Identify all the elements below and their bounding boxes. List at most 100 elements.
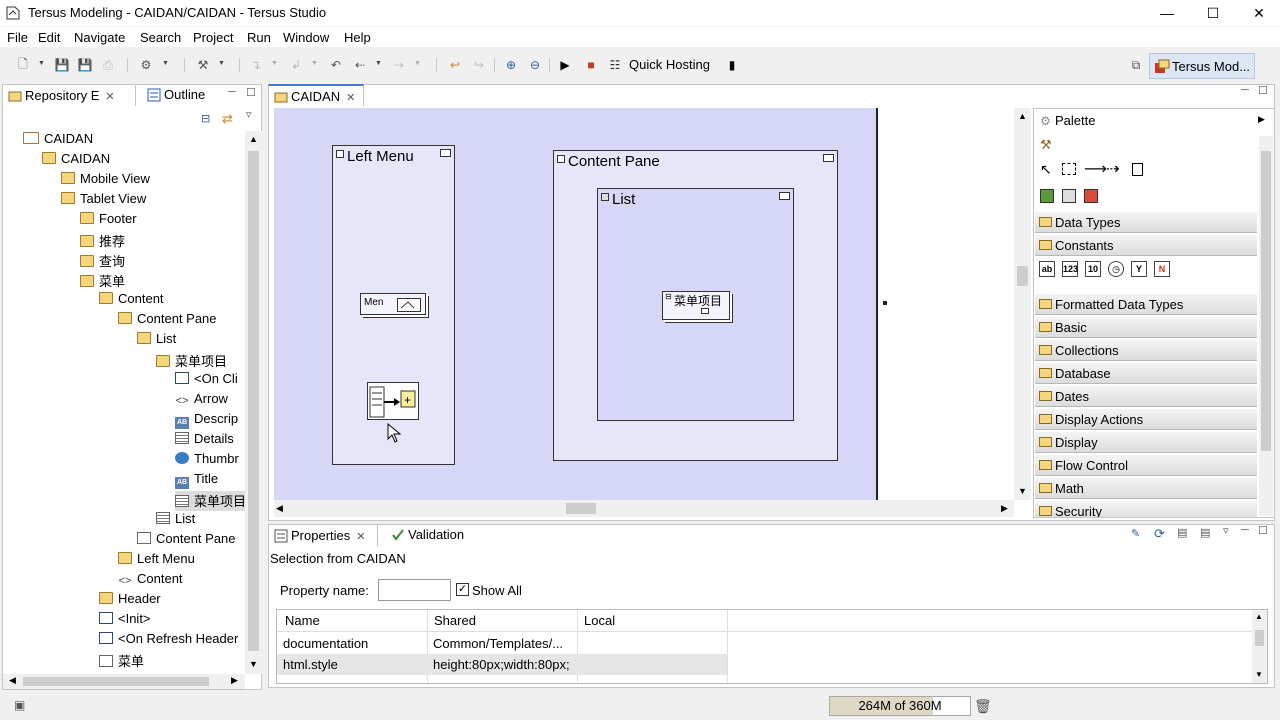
device-icon[interactable]: ▮ [724, 57, 740, 73]
list-figure[interactable]: List 菜单项目 ⊟ [597, 188, 794, 421]
tab-caidan-editor[interactable]: CAIDAN ✕ [268, 84, 364, 106]
menu-search[interactable]: Search [140, 30, 181, 45]
layout-icon[interactable]: ▤ [1200, 526, 1210, 539]
forward-icon[interactable]: ⇢ [391, 57, 407, 73]
tree-item[interactable]: Header [99, 591, 161, 611]
scroll-up-icon[interactable]: ▲ [1255, 612, 1263, 621]
menu-project[interactable]: Project [193, 30, 233, 45]
palette-drawer[interactable]: Display [1035, 432, 1257, 453]
new-window-icon[interactable]: ▤ [1177, 526, 1187, 539]
scroll-down-icon[interactable]: ▼ [1018, 486, 1027, 496]
maximize-view-icon[interactable]: ☐ [246, 86, 256, 99]
palette-drawer[interactable]: Formatted Data Types [1035, 294, 1257, 315]
chevron-down-icon[interactable]: ▼ [375, 60, 382, 67]
tab-repository-explorer[interactable]: Repository E ✕ [2, 84, 136, 106]
boolean-constant-icon[interactable]: Y [1131, 261, 1147, 277]
print-icon[interactable]: ⎙ [100, 57, 116, 73]
palette-menu-icon[interactable]: ▶ [1258, 114, 1265, 125]
collapse-icon[interactable] [823, 154, 834, 162]
menu-edit[interactable]: Edit [38, 30, 60, 45]
column-shared[interactable]: Shared [434, 613, 476, 628]
resize-handle[interactable] [883, 301, 887, 305]
tree-item[interactable]: Footer [80, 211, 137, 231]
maximize-view-icon[interactable]: ☐ [1258, 84, 1268, 97]
palette-drawer[interactable]: Flow Control [1035, 455, 1257, 476]
tool-icon[interactable]: ⚒ [1040, 137, 1052, 153]
tree-item[interactable]: Content Pane [118, 311, 217, 331]
tree-item[interactable]: Mobile View [61, 171, 150, 191]
marquee-tool-icon[interactable] [1062, 163, 1076, 175]
tree-item[interactable]: 推荐 [80, 231, 125, 251]
tree-item[interactable]: AB Title [175, 471, 218, 491]
end-tool-icon[interactable] [1084, 189, 1098, 203]
close-icon[interactable]: ✕ [356, 531, 365, 543]
zoom-out-icon[interactable]: ⊖ [527, 57, 543, 73]
expand-icon[interactable] [601, 193, 609, 201]
column-local[interactable]: Local [584, 613, 615, 628]
tree-vertical-scrollbar[interactable]: ▲ ▼ [245, 131, 262, 674]
tools-icon[interactable]: ⚒ [195, 57, 211, 73]
palette-drawer[interactable]: Constants [1035, 235, 1257, 256]
minimize-view-icon[interactable]: ─ [1241, 84, 1249, 96]
back-icon[interactable]: ⇠ [352, 57, 368, 73]
view-menu-icon[interactable]: ▿ [1223, 524, 1229, 537]
tree-item[interactable]: List [137, 331, 176, 351]
collapse-icon[interactable]: ⊟ [665, 292, 672, 301]
tree-item[interactable]: <On Cli [175, 371, 238, 391]
new-icon[interactable]: 🗋 [15, 57, 31, 73]
collapse-icon[interactable] [440, 149, 451, 157]
expand-icon[interactable] [557, 155, 565, 163]
tree-item[interactable]: Left Menu [118, 551, 195, 571]
chevron-down-icon[interactable]: ▼ [162, 60, 169, 67]
tree-item[interactable]: 查询 [80, 251, 125, 271]
palette-scrollbar[interactable] [1259, 136, 1273, 516]
canvas-horizontal-scrollbar[interactable]: ◀ ▶ [274, 500, 1014, 517]
tree-item[interactable]: Content [99, 291, 164, 311]
tree-item[interactable]: <On Refresh Header [99, 631, 238, 651]
content-pane-figure[interactable]: Content Pane List 菜单项目 ⊟ [553, 150, 838, 461]
palette-drawer[interactable]: Dates [1035, 386, 1257, 407]
hosting-icon[interactable]: ☷ [607, 57, 623, 73]
tab-properties[interactable]: Properties ✕ [268, 524, 378, 546]
menu-window[interactable]: Window [283, 30, 329, 45]
minimize-view-icon[interactable]: ─ [1241, 524, 1249, 536]
tree-item[interactable]: 菜单 [99, 651, 144, 671]
menu-item-figure[interactable]: Men [360, 293, 426, 315]
dashed-flow-tool-icon[interactable]: ⇢ [1106, 159, 1119, 179]
refresh-icon[interactable]: ⟳ [1154, 526, 1165, 542]
scroll-right-icon[interactable]: ▶ [231, 675, 238, 686]
table-row[interactable]: html.style height:80px;width:80px; [277, 654, 727, 675]
number-constant-icon[interactable]: 123 [1062, 261, 1078, 277]
close-window-button[interactable]: ✕ [1236, 0, 1280, 26]
column-name[interactable]: Name [285, 613, 320, 628]
tree-item[interactable]: List [156, 511, 195, 531]
tree-item[interactable]: <Init> [99, 611, 151, 631]
menu-run[interactable]: Run [247, 30, 271, 45]
list-item-figure[interactable]: 菜单项目 ⊟ [662, 291, 730, 320]
tree-item[interactable]: <> Content [118, 571, 183, 591]
model-canvas[interactable]: Left Menu Men + Content Pane List 菜单项目 ⊟ [274, 108, 876, 500]
palette-drawer[interactable]: Display Actions [1035, 409, 1257, 430]
maximize-view-icon[interactable]: ☐ [1258, 524, 1268, 537]
expand-icon[interactable] [336, 150, 344, 158]
collapse-icon[interactable] [779, 192, 790, 200]
palette-drawer[interactable]: Math [1035, 478, 1257, 499]
tree-item[interactable]: CAIDAN [42, 151, 110, 171]
scroll-left-icon[interactable]: ◀ [276, 503, 283, 514]
close-icon[interactable]: ✕ [346, 92, 355, 104]
chevron-down-icon[interactable]: ▼ [38, 60, 45, 67]
table-row[interactable]: documentation Common/Templates/... [277, 634, 727, 654]
save-icon[interactable]: 💾 [54, 57, 70, 73]
stop-icon[interactable]: ■ [583, 57, 599, 73]
view-menu-icon[interactable]: ▿ [246, 108, 252, 121]
text-constant-icon[interactable]: ab [1039, 261, 1055, 277]
chevron-down-icon[interactable]: ▼ [311, 60, 318, 67]
scroll-down-icon[interactable]: ▼ [249, 659, 258, 669]
zoom-in-icon[interactable]: ⊕ [503, 57, 519, 73]
tab-validation[interactable]: Validation [386, 524, 476, 546]
perspective-button[interactable]: Tersus Mod... [1149, 53, 1255, 79]
tree-item[interactable]: 菜单 [80, 271, 125, 291]
tree-item[interactable]: <> Arrow [175, 391, 228, 411]
tree-item[interactable]: CAIDAN [23, 131, 93, 151]
close-icon[interactable]: ✕ [105, 91, 114, 103]
